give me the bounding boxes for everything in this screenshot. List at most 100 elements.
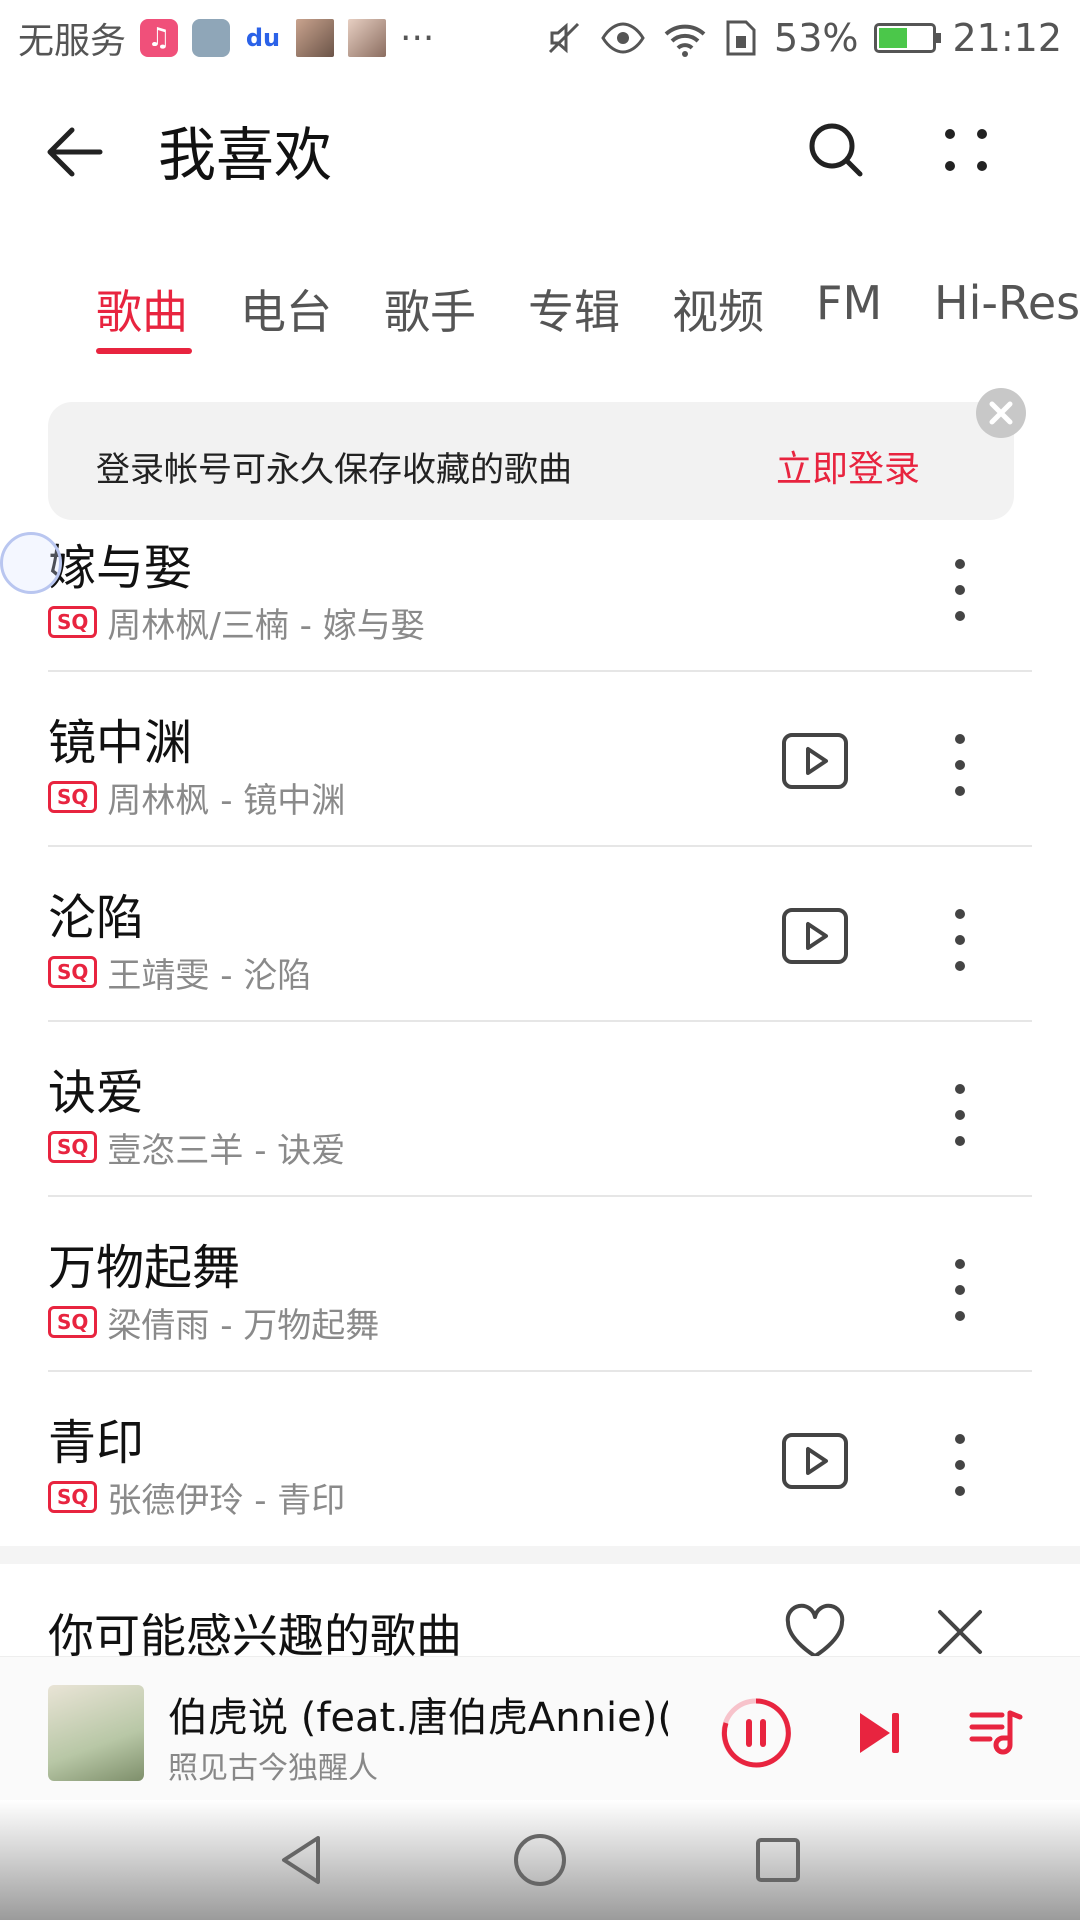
video-play-icon bbox=[782, 1433, 848, 1489]
dismiss-recommendation-button[interactable] bbox=[930, 1602, 990, 1662]
sq-quality-badge: SQ bbox=[48, 956, 98, 988]
tab-artists[interactable]: 歌手 bbox=[384, 276, 476, 342]
nav-recents-button[interactable] bbox=[748, 1830, 808, 1890]
sq-quality-badge: SQ bbox=[48, 1131, 98, 1163]
skip-next-icon bbox=[860, 1713, 899, 1753]
category-tabs: 歌曲 电台 歌手 专辑 视频 FM Hi-Res bbox=[0, 256, 1080, 366]
now-playing-artist: 照见古今独醒人 bbox=[168, 1751, 378, 1786]
tab-radio[interactable]: 电台 bbox=[240, 276, 332, 342]
song-subtitle-line: SQ 王靖雯 - 沦陷 bbox=[48, 950, 312, 996]
song-subtitle-line: SQ 张德伊玲 - 青印 bbox=[48, 1475, 346, 1521]
vertical-dots-icon bbox=[955, 1259, 965, 1321]
vertical-dots-icon bbox=[955, 559, 965, 621]
vertical-dots-icon bbox=[955, 1084, 965, 1146]
app-header: 我喜欢 bbox=[0, 76, 1080, 216]
song-row[interactable]: 沦陷 SQ 王靖雯 - 沦陷 bbox=[0, 870, 1080, 1045]
song-title: 万物起舞 bbox=[48, 1240, 241, 1296]
row-divider bbox=[48, 1020, 1032, 1022]
song-subtitle-line: SQ 壹恣三羊 - 诀爱 bbox=[48, 1125, 346, 1171]
triangle-back-icon bbox=[282, 1836, 320, 1884]
song-row[interactable]: 嫁与娶 SQ 周林枫/三楠 - 嫁与娶 bbox=[0, 520, 1080, 695]
section-separator bbox=[0, 1546, 1080, 1564]
nav-home-button[interactable] bbox=[510, 1830, 570, 1890]
gallery-app-icon bbox=[192, 19, 231, 57]
song-more-button[interactable] bbox=[940, 729, 980, 801]
song-more-button[interactable] bbox=[940, 1429, 980, 1501]
tab-songs[interactable]: 歌曲 bbox=[96, 276, 188, 342]
more-options-button[interactable] bbox=[930, 114, 1002, 186]
tab-videos[interactable]: 视频 bbox=[672, 276, 764, 342]
playlist-queue-button[interactable] bbox=[968, 1705, 1024, 1761]
song-subtitle-line: SQ 周林枫/三楠 - 嫁与娶 bbox=[48, 600, 425, 646]
battery-percent: 53% bbox=[774, 16, 859, 60]
notification-avatar-icon bbox=[296, 19, 335, 57]
mv-play-button[interactable] bbox=[780, 906, 850, 966]
back-button[interactable] bbox=[40, 116, 112, 188]
tab-fm[interactable]: FM bbox=[816, 276, 882, 330]
video-play-icon bbox=[782, 733, 848, 789]
song-row[interactable]: 诀爱 SQ 壹恣三羊 - 诀爱 bbox=[0, 1045, 1080, 1220]
now-playing-title: 伯虎说 (feat.唐伯虎Annie)(... bbox=[168, 1695, 668, 1741]
playlist-icon bbox=[969, 1710, 1023, 1755]
four-dots-icon bbox=[945, 129, 987, 171]
nav-back-button[interactable] bbox=[272, 1830, 332, 1890]
mv-play-button[interactable] bbox=[780, 1431, 850, 1491]
wifi-icon bbox=[664, 24, 706, 57]
banner-close-button[interactable] bbox=[976, 388, 1026, 438]
row-divider bbox=[48, 1370, 1032, 1372]
login-now-link[interactable]: 立即登录 bbox=[776, 440, 920, 492]
song-title: 镜中渊 bbox=[48, 715, 193, 771]
pause-button[interactable] bbox=[720, 1697, 792, 1769]
sq-quality-badge: SQ bbox=[48, 606, 98, 638]
song-artist-album: 周林枫 - 镜中渊 bbox=[107, 780, 346, 821]
touch-indicator bbox=[0, 532, 62, 594]
circle-home-icon bbox=[514, 1834, 566, 1886]
status-right: 53% 21:12 bbox=[544, 12, 1062, 64]
login-banner: 登录帐号可永久保存收藏的歌曲 立即登录 bbox=[48, 402, 1014, 520]
song-more-button[interactable] bbox=[940, 904, 980, 976]
song-artist-album: 张德伊玲 - 青印 bbox=[107, 1480, 346, 1521]
song-row[interactable]: 万物起舞 SQ 梁倩雨 - 万物起舞 bbox=[0, 1220, 1080, 1395]
next-track-button[interactable] bbox=[852, 1705, 908, 1761]
sq-quality-badge: SQ bbox=[48, 1306, 98, 1338]
notification-overflow: ··· bbox=[400, 17, 435, 59]
song-row[interactable]: 镜中渊 SQ 周林枫 - 镜中渊 bbox=[0, 695, 1080, 870]
search-icon bbox=[809, 123, 863, 177]
song-artist-album: 周林枫/三楠 - 嫁与娶 bbox=[107, 605, 425, 646]
song-title: 诀爱 bbox=[48, 1065, 145, 1121]
sq-quality-badge: SQ bbox=[48, 781, 98, 813]
status-left: 无服务 ♫ du ··· bbox=[18, 12, 434, 64]
song-row[interactable]: 青印 SQ 张德伊玲 - 青印 bbox=[0, 1395, 1080, 1570]
song-more-button[interactable] bbox=[940, 1254, 980, 1326]
song-artist-album: 王靖雯 - 沦陷 bbox=[107, 955, 312, 996]
page-title: 我喜欢 bbox=[158, 121, 333, 189]
song-title: 沦陷 bbox=[48, 890, 145, 946]
tab-albums[interactable]: 专辑 bbox=[528, 276, 620, 342]
vertical-dots-icon bbox=[955, 909, 965, 971]
mv-play-button[interactable] bbox=[780, 731, 850, 791]
song-more-button[interactable] bbox=[940, 554, 980, 626]
album-cover[interactable] bbox=[48, 1685, 144, 1781]
battery-icon bbox=[874, 23, 942, 53]
music-app-icon: ♫ bbox=[140, 19, 179, 57]
search-button[interactable] bbox=[800, 114, 872, 186]
tab-hi-res[interactable]: Hi-Res bbox=[934, 276, 1080, 330]
like-button[interactable] bbox=[782, 1602, 848, 1662]
song-title: 青印 bbox=[48, 1415, 145, 1471]
notification-avatar-icon bbox=[348, 19, 387, 57]
song-subtitle-line: SQ 周林枫 - 镜中渊 bbox=[48, 775, 346, 821]
song-title: 嫁与娶 bbox=[48, 540, 193, 596]
heart-icon bbox=[785, 1603, 845, 1658]
login-banner-text: 登录帐号可永久保存收藏的歌曲 bbox=[96, 450, 572, 490]
row-divider bbox=[48, 845, 1032, 847]
vertical-dots-icon bbox=[955, 734, 965, 796]
mini-player[interactable]: 伯虎说 (feat.唐伯虎Annie)(... 照见古今独醒人 bbox=[0, 1656, 1080, 1801]
baidu-app-icon: du bbox=[244, 19, 283, 57]
active-tab-indicator bbox=[96, 348, 192, 354]
square-recents-icon bbox=[756, 1838, 800, 1882]
row-divider bbox=[48, 1195, 1032, 1197]
song-more-button[interactable] bbox=[940, 1079, 980, 1151]
song-artist-album: 壹恣三羊 - 诀爱 bbox=[107, 1130, 346, 1171]
carrier-text: 无服务 bbox=[18, 21, 127, 62]
system-navigation-bar bbox=[0, 1800, 1080, 1920]
